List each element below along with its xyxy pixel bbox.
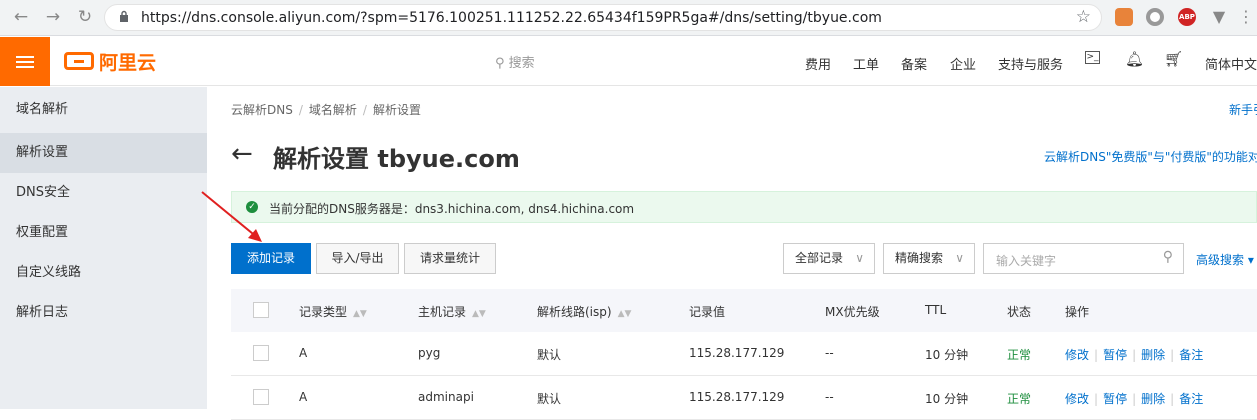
notice-text: 当前分配的DNS服务器是：dns3.hichina.com, dns4.hich… bbox=[269, 202, 635, 216]
sidebar-item-resolve-log[interactable]: 解析日志 bbox=[0, 293, 207, 333]
main-content: 云解析DNS/域名解析/解析设置 新手引 ← 解析设置 tbyue.com 云解… bbox=[207, 87, 1257, 420]
browser-toolbar: ← → ↻ https://dns.console.aliyun.com/?sp… bbox=[0, 0, 1257, 36]
request-stats-button[interactable]: 请求量统计 bbox=[404, 243, 496, 274]
delete-link[interactable]: 删除 bbox=[1141, 392, 1165, 406]
cell-ttl: 10 分钟 bbox=[925, 392, 969, 406]
extension-circle-icon[interactable] bbox=[1146, 8, 1164, 26]
search-icon: ⚲ bbox=[495, 56, 505, 71]
chevron-down-icon: ∨ bbox=[955, 251, 964, 265]
back-arrow-icon[interactable]: ← bbox=[231, 139, 253, 169]
col-status: 状态 bbox=[1007, 305, 1032, 319]
terminal-icon[interactable]: >_ bbox=[1085, 51, 1100, 64]
chevron-down-icon: ∨ bbox=[855, 251, 864, 265]
row-actions: 修改 | 暂停 | 删除 | 备注 bbox=[1065, 348, 1204, 362]
status-badge: 正常 bbox=[1007, 392, 1032, 406]
status-badge: 正常 bbox=[1007, 348, 1032, 362]
global-search[interactable]: ⚲ 搜索 bbox=[495, 52, 535, 71]
edit-link[interactable]: 修改 bbox=[1065, 392, 1089, 406]
url-text: https://dns.console.aliyun.com/?spm=5176… bbox=[141, 10, 882, 26]
select-all-checkbox[interactable] bbox=[253, 302, 269, 318]
check-circle-icon: ✓ bbox=[246, 201, 258, 213]
nav-ticket[interactable]: 工单 bbox=[853, 54, 879, 73]
cell-value: 115.28.177.129 bbox=[689, 346, 785, 360]
breadcrumb-item[interactable]: 域名解析 bbox=[309, 103, 357, 117]
cell-type: A bbox=[299, 390, 308, 404]
sidebar-title[interactable]: 域名解析 bbox=[0, 87, 207, 133]
advanced-search-link[interactable]: 高级搜索 ▾ bbox=[1196, 251, 1254, 268]
address-bar[interactable]: https://dns.console.aliyun.com/?spm=5176… bbox=[104, 4, 1102, 31]
cell-mx: -- bbox=[825, 346, 834, 360]
newbie-guide-link[interactable]: 新手引 bbox=[1229, 101, 1257, 118]
col-mx: MX优先级 bbox=[825, 305, 880, 319]
remark-link[interactable]: 备注 bbox=[1179, 348, 1203, 362]
import-export-button[interactable]: 导入/导出 bbox=[316, 243, 399, 274]
lock-icon bbox=[120, 10, 128, 22]
nav-beian[interactable]: 备案 bbox=[901, 54, 927, 73]
search-mode-select[interactable]: 精确搜索 ∨ bbox=[883, 243, 975, 274]
table-row: A pyg 默认 115.28.177.129 -- 10 分钟 正常 修改 | 暂… bbox=[231, 332, 1257, 376]
col-record-type[interactable]: 记录类型 ▲▼ bbox=[299, 303, 367, 320]
bookmark-star-icon[interactable]: ☆ bbox=[1076, 7, 1091, 27]
extension-icon[interactable] bbox=[1115, 8, 1133, 26]
record-filter-select[interactable]: 全部记录 ∨ bbox=[783, 243, 875, 274]
cell-line: 默认 bbox=[537, 348, 562, 362]
page-title: 解析设置 tbyue.com bbox=[273, 145, 520, 173]
row-checkbox[interactable] bbox=[253, 389, 269, 405]
row-checkbox[interactable] bbox=[253, 345, 269, 361]
sort-icon: ▲▼ bbox=[353, 309, 367, 319]
reload-icon[interactable]: ↻ bbox=[74, 6, 96, 28]
breadcrumb: 云解析DNS / 域名解析 / 解析设置 bbox=[231, 103, 421, 117]
add-record-button[interactable]: 添加记录 bbox=[231, 243, 311, 274]
hamburger-menu-button[interactable] bbox=[0, 37, 50, 86]
aliyun-logo[interactable]: 阿里云 bbox=[64, 48, 156, 74]
version-compare-link[interactable]: 云解析DNS"免费版"与"付费版"的功能对比 bbox=[1044, 148, 1257, 165]
sidebar-item-custom-line[interactable]: 自定义线路 bbox=[0, 253, 207, 293]
nav-support[interactable]: 支持与服务 bbox=[998, 54, 1063, 73]
col-line[interactable]: 解析线路(isp) ▲▼ bbox=[537, 303, 631, 320]
cell-value: 115.28.177.129 bbox=[689, 390, 785, 404]
cell-type: A bbox=[299, 346, 308, 360]
breadcrumb-item[interactable]: 云解析DNS bbox=[231, 103, 293, 117]
search-icon[interactable]: ⚲ bbox=[1163, 249, 1173, 265]
nav-fee[interactable]: 费用 bbox=[805, 54, 831, 73]
cell-host: pyg bbox=[418, 346, 441, 360]
edit-link[interactable]: 修改 bbox=[1065, 348, 1089, 362]
forward-icon[interactable]: → bbox=[42, 6, 64, 28]
sort-icon: ▲▼ bbox=[617, 309, 632, 319]
col-host[interactable]: 主机记录 ▲▼ bbox=[418, 303, 486, 320]
col-value: 记录值 bbox=[689, 305, 726, 319]
keyword-input[interactable]: 输入关键字 ⚲ bbox=[983, 243, 1184, 274]
cell-host: adminapi bbox=[418, 390, 474, 404]
sidebar-item-weight-config[interactable]: 权重配置 bbox=[0, 213, 207, 253]
sort-icon: ▲▼ bbox=[472, 309, 486, 319]
cell-ttl: 10 分钟 bbox=[925, 348, 969, 362]
sidebar-item-resolve-settings[interactable]: 解析设置 bbox=[0, 133, 207, 173]
table-header: 记录类型 ▲▼ 主机记录 ▲▼ 解析线路(isp) ▲▼ 记录值 MX优先级 TTL … bbox=[231, 289, 1257, 332]
extension-v-icon[interactable]: ▼ bbox=[1210, 8, 1228, 26]
sidebar-item-dns-security[interactable]: DNS安全 bbox=[0, 173, 207, 213]
sidebar: 域名解析 解析设置 DNS安全 权重配置 自定义线路 解析日志 bbox=[0, 87, 207, 409]
pause-link[interactable]: 暂停 bbox=[1103, 348, 1127, 362]
col-ttl: TTL bbox=[925, 303, 947, 317]
language-switch[interactable]: 简体中文 bbox=[1205, 54, 1257, 73]
breadcrumb-item: 解析设置 bbox=[372, 103, 421, 117]
dns-server-notice: ✓ 当前分配的DNS服务器是：dns3.hichina.com, dns4.hi… bbox=[231, 191, 1257, 223]
row-actions: 修改 | 暂停 | 删除 | 备注 bbox=[1065, 392, 1204, 406]
table-row: A adminapi 默认 115.28.177.129 -- 10 分钟 正常… bbox=[231, 376, 1257, 420]
adblock-icon[interactable]: ABP bbox=[1178, 8, 1196, 26]
bell-icon[interactable]: 🔔︎ bbox=[1125, 50, 1144, 68]
nav-enterprise[interactable]: 企业 bbox=[950, 54, 976, 73]
pause-link[interactable]: 暂停 bbox=[1103, 392, 1127, 406]
back-icon[interactable]: ← bbox=[10, 6, 32, 28]
cell-line: 默认 bbox=[537, 392, 562, 406]
cart-icon[interactable]: 🛒︎ bbox=[1164, 50, 1183, 68]
col-actions: 操作 bbox=[1065, 305, 1090, 319]
aliyun-logo-icon bbox=[64, 52, 94, 70]
remark-link[interactable]: 备注 bbox=[1179, 392, 1203, 406]
cell-mx: -- bbox=[825, 390, 834, 404]
delete-link[interactable]: 删除 bbox=[1141, 348, 1165, 362]
console-topbar: 阿里云 ⚲ 搜索 费用 工单 备案 企业 支持与服务 >_ 🔔︎ 🛒︎ 简体中文 bbox=[0, 37, 1257, 86]
menu-dots-icon[interactable]: ⋮ bbox=[1238, 8, 1256, 26]
